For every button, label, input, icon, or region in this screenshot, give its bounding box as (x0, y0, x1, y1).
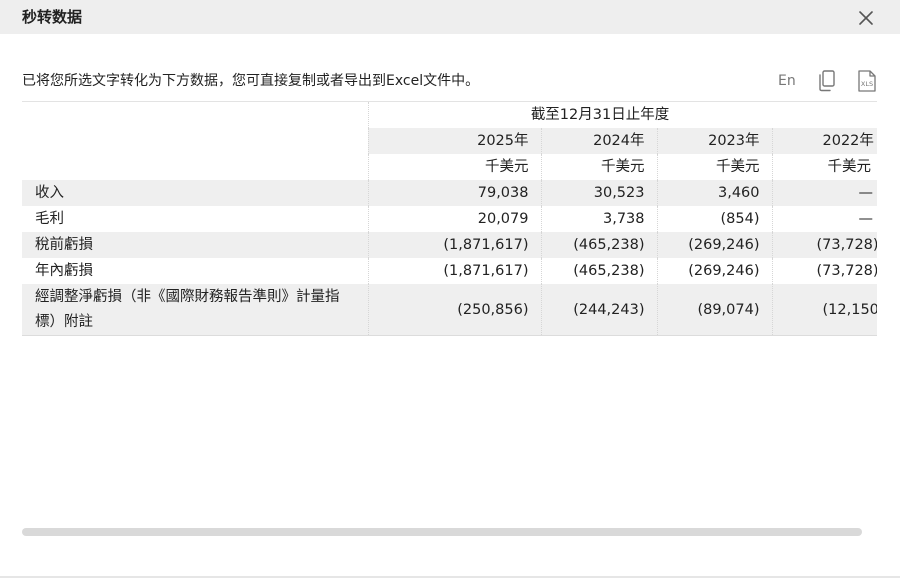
header-blank-cell (22, 154, 369, 180)
dialog-titlebar: 秒转数据 (0, 0, 900, 34)
header-row-years: 2025年 2024年 2023年 2022年 (22, 128, 877, 154)
year-header: 2023年 (657, 128, 773, 154)
header-blank-cell (22, 102, 369, 128)
english-toggle-button[interactable]: En (778, 69, 796, 93)
row-label: 毛利 (22, 206, 369, 232)
row-label: 稅前虧損 (22, 232, 369, 258)
table-cell: (465,238) (541, 232, 658, 258)
export-xls-button[interactable]: XLS (856, 69, 878, 93)
row-label: 年內虧損 (22, 258, 369, 284)
table-cell: (1,871,617) (368, 258, 542, 284)
table-row: 經調整淨虧損（非《國際財務報告準則》計量指標）附註 (250,856) (244… (22, 284, 877, 336)
row-label: 經調整淨虧損（非《國際財務報告準則》計量指標）附註 (22, 284, 369, 336)
unit-header: 千美元 (657, 154, 773, 180)
table-cell: (250,856) (368, 284, 542, 336)
table-cell: (89,074) (657, 284, 773, 336)
table-row: 收入 79,038 30,523 3,460 — (22, 180, 877, 206)
close-icon (859, 11, 873, 25)
row-label: 收入 (22, 180, 369, 206)
header-row-units: 千美元 千美元 千美元 千美元 (22, 154, 877, 180)
unit-header: 千美元 (368, 154, 542, 180)
table-row: 稅前虧損 (1,871,617) (465,238) (269,246) (73… (22, 232, 877, 258)
table-row: 毛利 20,079 3,738 (854) — (22, 206, 877, 232)
table-cell: 3,460 (657, 180, 773, 206)
year-header: 2024年 (541, 128, 658, 154)
table-cell: (269,246) (657, 258, 773, 284)
xls-icon-text: XLS (861, 80, 873, 88)
table-cell: (12,150) (772, 284, 877, 336)
xls-export-icon: XLS (858, 70, 876, 92)
table-cell: (244,243) (541, 284, 658, 336)
horizontal-scrollbar[interactable] (22, 528, 862, 536)
table-cell: (73,728) (772, 232, 877, 258)
copy-button[interactable] (817, 69, 837, 93)
year-header: 2022年 (772, 128, 877, 154)
table-row: 年內虧損 (1,871,617) (465,238) (269,246) (73… (22, 258, 877, 284)
header-row-period: 截至12月31日止年度 (22, 102, 877, 128)
header-blank-cell (22, 128, 369, 154)
data-table-viewport: 截至12月31日止年度 2025年 2024年 2023年 2022年 千美元 … (22, 101, 877, 342)
unit-header: 千美元 (541, 154, 658, 180)
table-cell: (854) (657, 206, 773, 232)
year-header: 2025年 (368, 128, 542, 154)
unit-header: 千美元 (772, 154, 877, 180)
table-cell: 79,038 (368, 180, 542, 206)
table-cell: — (772, 206, 877, 232)
table-cell: 3,738 (541, 206, 658, 232)
convert-data-dialog: 秒转数据 已将您所选文字转化为下方数据，您可直接复制或者导出到Excel文件中。… (0, 0, 900, 578)
period-header: 截至12月31日止年度 (368, 102, 877, 128)
data-table: 截至12月31日止年度 2025年 2024年 2023年 2022年 千美元 … (22, 102, 877, 336)
table-cell: (73,728) (772, 258, 877, 284)
table-cell: — (772, 180, 877, 206)
table-cell: 30,523 (541, 180, 658, 206)
description-text: 已将您所选文字转化为下方数据，您可直接复制或者导出到Excel文件中。 (22, 73, 480, 89)
table-cell: 20,079 (368, 206, 542, 232)
close-button[interactable] (855, 7, 877, 29)
table-cell: (1,871,617) (368, 232, 542, 258)
copy-icon (819, 70, 835, 92)
dialog-title: 秒转数据 (22, 8, 83, 26)
table-cell: (269,246) (657, 232, 773, 258)
table-cell: (465,238) (541, 258, 658, 284)
